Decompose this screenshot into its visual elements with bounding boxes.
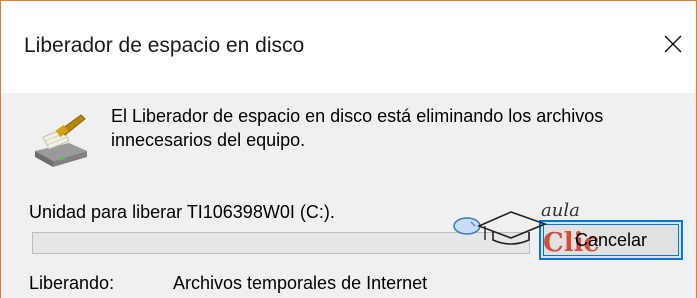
- status-message: El Liberador de espacio en disco está el…: [111, 106, 604, 150]
- cancel-button[interactable]: Cancelar: [539, 220, 683, 260]
- close-button[interactable]: [650, 21, 696, 67]
- status-current-item: Archivos temporales de Internet: [173, 273, 428, 293]
- watermark-text-aula: aula: [541, 200, 580, 221]
- progress-bar: [32, 232, 530, 254]
- cancel-button-label: Cancelar: [574, 229, 648, 250]
- status-prefix: Liberando:: [29, 273, 115, 293]
- disk-cleanup-broom-icon: [35, 114, 87, 167]
- drive-label: Unidad para liberar TI106398W0I (C:).: [29, 202, 335, 222]
- title-bar: Liberador de espacio en disco: [1, 1, 696, 93]
- window-title: Liberador de espacio en disco: [24, 34, 305, 57]
- dialog-window: Liberador de espacio en disco El Liberad…: [0, 0, 697, 298]
- dialog-body: El Liberador de espacio en disco está el…: [1, 93, 696, 298]
- close-icon: [664, 35, 682, 53]
